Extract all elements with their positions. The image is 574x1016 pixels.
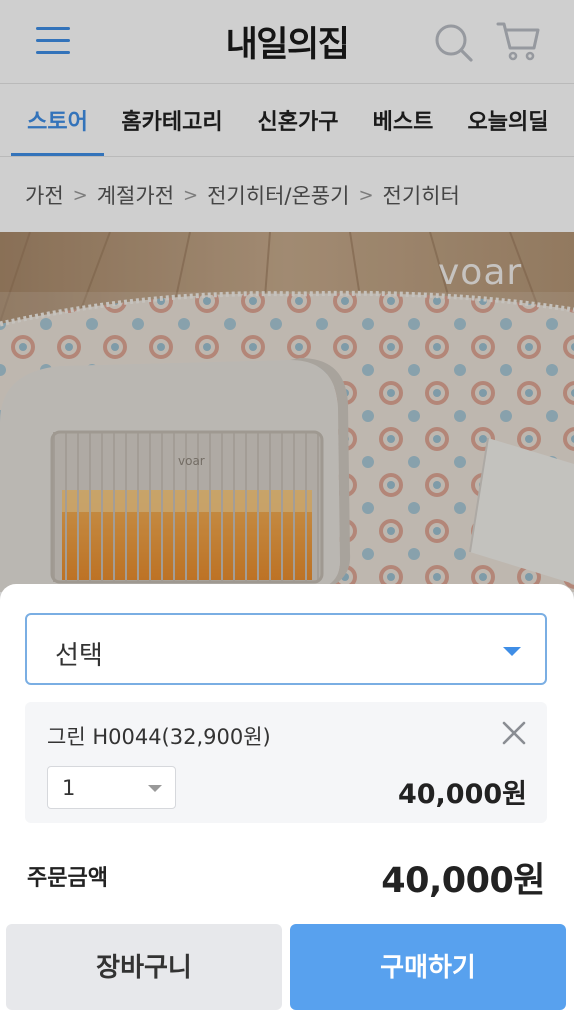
purchase-option-sheet: 선택 그린 H0044(32,900원) 1 40,000원 주문금액 40,0…: [0, 584, 574, 1016]
breadcrumb-separator-icon: >: [183, 184, 199, 206]
tab-best[interactable]: 베스트: [366, 85, 440, 157]
brand-watermark: voar: [438, 252, 523, 293]
breadcrumb-item[interactable]: 전기히터: [383, 180, 460, 210]
add-to-cart-button[interactable]: 장바구니: [6, 924, 282, 1010]
app-logo[interactable]: 내일의집: [180, 16, 394, 67]
chevron-down-icon: [148, 785, 162, 792]
chevron-down-icon: [503, 647, 521, 656]
product-image[interactable]: voar voar: [0, 232, 574, 592]
breadcrumb-item[interactable]: 계절가전: [97, 180, 174, 210]
item-price: 40,000원: [397, 779, 527, 810]
order-total-label: 주문금액: [27, 866, 108, 891]
tab-newlywed-furniture[interactable]: 신혼가구: [250, 85, 346, 157]
breadcrumb: 가전 > 계절가전 > 전기히터/온풍기 > 전기히터: [0, 158, 574, 232]
hamburger-menu-icon[interactable]: [36, 26, 70, 56]
app-header: 내일의집: [0, 0, 574, 84]
quantity-value: 1: [62, 776, 76, 800]
quantity-select[interactable]: 1: [47, 766, 176, 809]
buy-now-button[interactable]: 구매하기: [290, 924, 566, 1010]
option-select-label: 선택: [55, 641, 103, 671]
tab-todays-deal[interactable]: 오늘의딜: [460, 85, 556, 157]
search-icon[interactable]: [434, 22, 474, 64]
heater-brand-label: voar: [178, 454, 205, 468]
breadcrumb-item[interactable]: 전기히터/온풍기: [207, 180, 349, 210]
selected-option-name: 그린 H0044(32,900원): [47, 725, 271, 749]
breadcrumb-separator-icon: >: [358, 184, 374, 206]
category-nav: 스토어 홈카테고리 신혼가구 베스트 오늘의딜: [0, 85, 574, 157]
tab-home-category[interactable]: 홈카테고리: [114, 85, 230, 157]
tab-store[interactable]: 스토어: [13, 85, 102, 157]
option-select-dropdown[interactable]: 선택: [25, 613, 547, 685]
shopping-cart-icon[interactable]: [496, 20, 542, 62]
breadcrumb-item[interactable]: 가전: [25, 180, 64, 210]
active-tab-indicator: [11, 153, 104, 156]
breadcrumb-separator-icon: >: [72, 184, 88, 206]
order-total-value: 40,000원: [381, 861, 545, 901]
close-icon[interactable]: [501, 720, 527, 746]
selected-option-item: 그린 H0044(32,900원) 1 40,000원: [25, 702, 547, 823]
